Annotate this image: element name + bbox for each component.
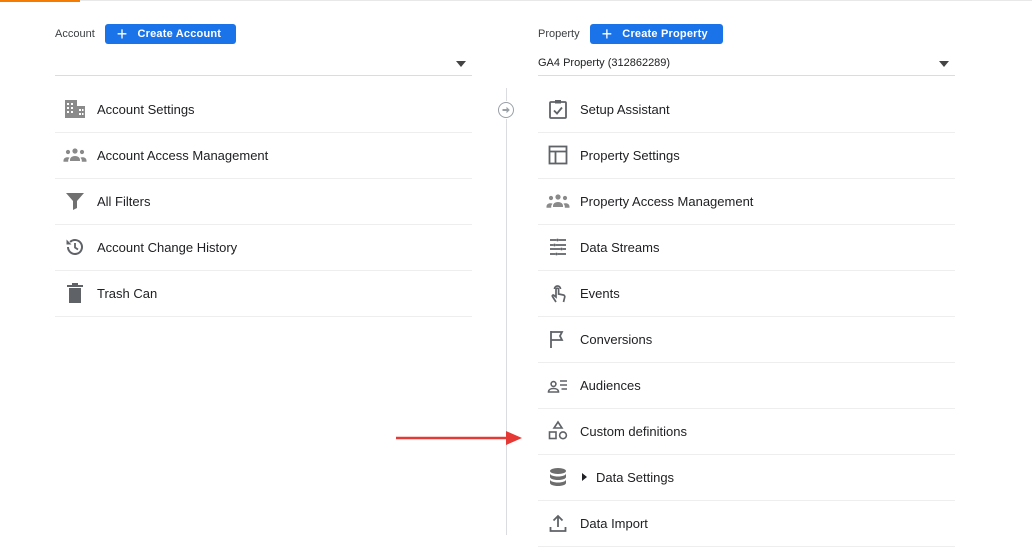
property-settings-item[interactable]: Property Settings: [538, 133, 955, 179]
data-import-item[interactable]: Data Import: [538, 501, 955, 547]
trash-can-label: Trash Can: [97, 286, 158, 301]
audiences-item[interactable]: Audiences: [538, 363, 955, 409]
property-menu: Setup Assistant Property Settings Proper…: [538, 87, 955, 547]
layout-icon: [548, 145, 568, 165]
events-label: Events: [580, 286, 620, 301]
checkbox-icon: [549, 100, 567, 119]
trash-can-item[interactable]: Trash Can: [55, 271, 472, 317]
flag-icon: [550, 331, 564, 348]
create-account-label: Create Account: [137, 28, 222, 40]
shapes-icon: [548, 420, 568, 440]
property-selector[interactable]: GA4 Property (312862289): [538, 53, 955, 76]
setup-assistant-item[interactable]: Setup Assistant: [538, 87, 955, 133]
data-settings-item[interactable]: Data Settings: [538, 455, 955, 501]
conversions-item[interactable]: Conversions: [538, 317, 955, 363]
plus-icon: +: [601, 24, 613, 44]
history-icon: [66, 239, 83, 255]
expand-triangle-icon[interactable]: [582, 473, 587, 481]
streams-icon: [550, 238, 566, 256]
property-access-management-item[interactable]: Property Access Management: [538, 179, 955, 225]
account-menu: Account Settings Account Access Manageme…: [55, 87, 472, 317]
trash-icon: [67, 283, 83, 303]
account-change-history-item[interactable]: Account Change History: [55, 225, 472, 271]
property-selector-value: GA4 Property (312862289): [538, 57, 671, 69]
create-property-button[interactable]: + Create Property: [589, 24, 723, 44]
create-property-label: Create Property: [622, 28, 708, 40]
account-selector[interactable]: [55, 53, 472, 76]
data-import-label: Data Import: [580, 516, 648, 531]
top-rule: [80, 0, 1032, 1]
create-account-button[interactable]: + Create Account: [104, 24, 237, 44]
people-icon: [63, 148, 87, 162]
building-icon: [65, 100, 85, 118]
database-icon: [550, 468, 566, 486]
setup-assistant-label: Setup Assistant: [580, 102, 670, 117]
audience-icon: [547, 380, 567, 393]
annotation-arrow: [396, 431, 522, 445]
property-access-management-label: Property Access Management: [580, 194, 754, 209]
property-settings-label: Property Settings: [580, 148, 680, 163]
data-streams-item[interactable]: Data Streams: [538, 225, 955, 271]
data-streams-label: Data Streams: [580, 240, 660, 255]
filter-icon: [66, 193, 84, 210]
upload-icon: [549, 514, 567, 532]
account-settings-label: Account Settings: [97, 102, 195, 117]
custom-definitions-item[interactable]: Custom definitions: [538, 409, 955, 455]
account-label: Account: [55, 28, 95, 40]
column-divider: [506, 88, 507, 535]
account-access-management-item[interactable]: Account Access Management: [55, 133, 472, 179]
dropdown-caret-icon: [939, 61, 949, 67]
dropdown-caret-icon: [456, 61, 466, 67]
all-filters-label: All Filters: [97, 194, 151, 209]
account-header: Account + Create Account: [55, 24, 237, 44]
conversions-label: Conversions: [580, 332, 653, 347]
plus-icon: +: [116, 24, 128, 44]
custom-definitions-label: Custom definitions: [580, 424, 687, 439]
audiences-label: Audiences: [580, 378, 641, 393]
account-settings-item[interactable]: Account Settings: [55, 87, 472, 133]
arrow-right-circle-icon: [497, 101, 515, 119]
events-item[interactable]: Events: [538, 271, 955, 317]
top-accent-bar: [0, 0, 80, 2]
data-settings-label: Data Settings: [596, 470, 675, 485]
property-header: Property + Create Property: [538, 24, 723, 44]
account-change-history-label: Account Change History: [97, 240, 238, 255]
all-filters-item[interactable]: All Filters: [55, 179, 472, 225]
account-access-management-label: Account Access Management: [97, 148, 269, 163]
property-label: Property: [538, 28, 580, 40]
touch-icon: [551, 285, 566, 303]
people-icon: [546, 194, 570, 208]
